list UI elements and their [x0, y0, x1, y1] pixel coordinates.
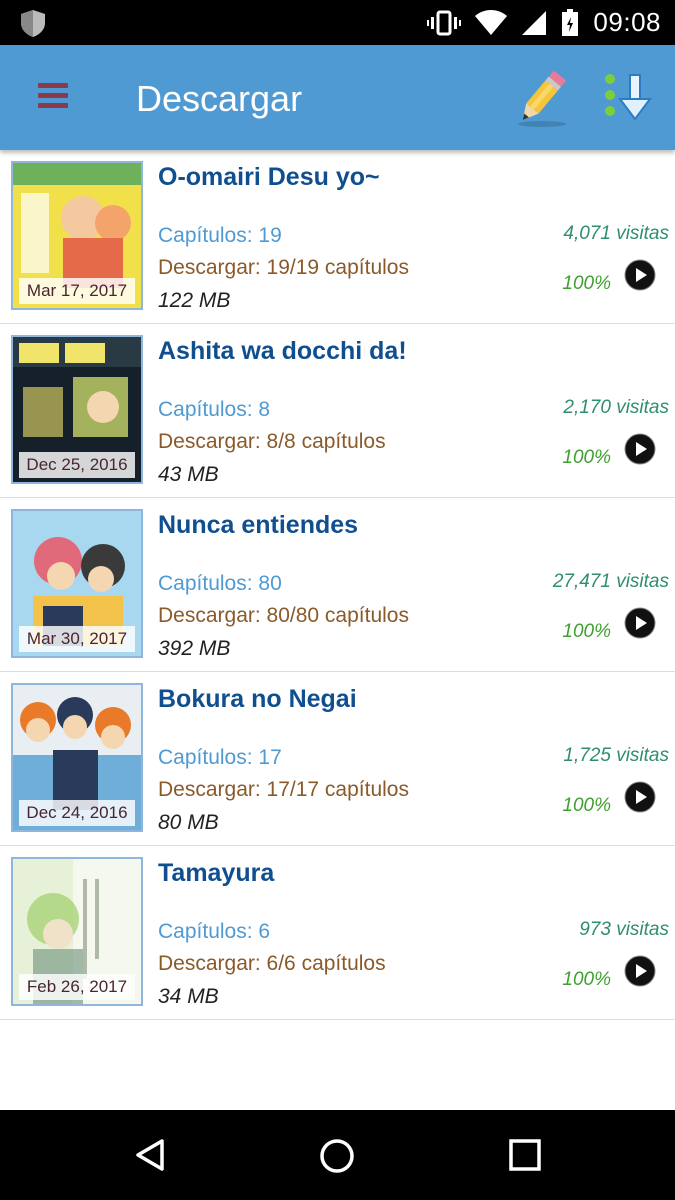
vibrate-icon	[427, 10, 462, 35]
progress-percent: 100%	[562, 273, 611, 294]
manga-cover: Mar 30, 2017	[11, 509, 143, 658]
download-status: Descargar: 80/80 capítulos	[158, 604, 409, 627]
list-item[interactable]: Mar 17, 2017 O-omairi Desu yo~ Capítulos…	[0, 150, 675, 324]
clock: 09:08	[593, 7, 661, 37]
signal-icon	[522, 10, 547, 35]
cover-date: Feb 26, 2017	[19, 974, 135, 1000]
play-icon[interactable]	[624, 607, 656, 639]
download-status: Descargar: 19/19 capítulos	[158, 256, 409, 279]
download-status: Descargar: 8/8 capítulos	[158, 430, 386, 453]
wifi-icon	[475, 9, 508, 35]
shield-icon	[21, 10, 45, 37]
play-icon[interactable]	[624, 259, 656, 291]
progress-percent: 100%	[562, 969, 611, 990]
recents-icon[interactable]	[507, 1137, 543, 1173]
manga-cover: Dec 24, 2016	[11, 683, 143, 832]
progress-percent: 100%	[562, 447, 611, 468]
file-size: 122 MB	[158, 289, 231, 312]
battery-icon	[562, 8, 579, 36]
chapters-count: Capítulos: 80	[158, 572, 282, 595]
visit-count: 1,725 visitas	[563, 745, 669, 766]
file-size: 80 MB	[158, 811, 219, 834]
manga-cover: Feb 26, 2017	[11, 857, 143, 1006]
cover-date: Dec 25, 2016	[19, 452, 135, 478]
cover-date: Dec 24, 2016	[19, 800, 135, 826]
list-item[interactable]: Dec 25, 2016 Ashita wa docchi da! Capítu…	[0, 324, 675, 498]
chapters-count: Capítulos: 8	[158, 398, 271, 421]
list-item[interactable]: Feb 26, 2017 Tamayura Capítulos: 6 Desca…	[0, 846, 675, 1020]
file-size: 34 MB	[158, 985, 219, 1008]
play-icon[interactable]	[624, 433, 656, 465]
visit-count: 4,071 visitas	[563, 223, 669, 244]
menu-icon[interactable]	[38, 83, 68, 113]
chapters-count: Capítulos: 6	[158, 920, 271, 943]
file-size: 392 MB	[158, 637, 231, 660]
navigation-bar	[0, 1110, 675, 1200]
visit-count: 27,471 visitas	[552, 571, 669, 592]
manga-title: O-omairi Desu yo~	[158, 163, 380, 191]
cover-date: Mar 17, 2017	[19, 278, 135, 304]
manga-title: Ashita wa docchi da!	[158, 337, 407, 365]
download-status: Descargar: 6/6 capítulos	[158, 952, 386, 975]
visit-count: 973 visitas	[579, 919, 669, 940]
back-icon[interactable]	[132, 1137, 168, 1173]
file-size: 43 MB	[158, 463, 219, 486]
download-status: Descargar: 17/17 capítulos	[158, 778, 409, 801]
chapters-count: Capítulos: 17	[158, 746, 282, 769]
visit-count: 2,170 visitas	[563, 397, 669, 418]
progress-percent: 100%	[562, 621, 611, 642]
manga-title: Nunca entiendes	[158, 511, 359, 539]
home-icon[interactable]	[318, 1137, 356, 1175]
status-bar: 09:08	[0, 0, 675, 45]
manga-cover: Dec 25, 2016	[11, 335, 143, 484]
download-list: Mar 17, 2017 O-omairi Desu yo~ Capítulos…	[0, 150, 675, 1020]
download-list-icon[interactable]	[600, 69, 658, 127]
chapters-count: Capítulos: 19	[158, 224, 282, 247]
list-item[interactable]: Mar 30, 2017 Nunca entiendes Capítulos: …	[0, 498, 675, 672]
pencil-icon[interactable]	[512, 67, 572, 129]
cover-date: Mar 30, 2017	[19, 626, 135, 652]
play-icon[interactable]	[624, 781, 656, 813]
play-icon[interactable]	[624, 955, 656, 987]
manga-title: Bokura no Negai	[158, 685, 357, 713]
page-title: Descargar	[136, 78, 303, 119]
progress-percent: 100%	[562, 795, 611, 816]
manga-cover: Mar 17, 2017	[11, 161, 143, 310]
list-item[interactable]: Dec 24, 2016 Bokura no Negai Capítulos: …	[0, 672, 675, 846]
app-bar: Descargar	[0, 45, 675, 150]
manga-title: Tamayura	[158, 859, 275, 887]
